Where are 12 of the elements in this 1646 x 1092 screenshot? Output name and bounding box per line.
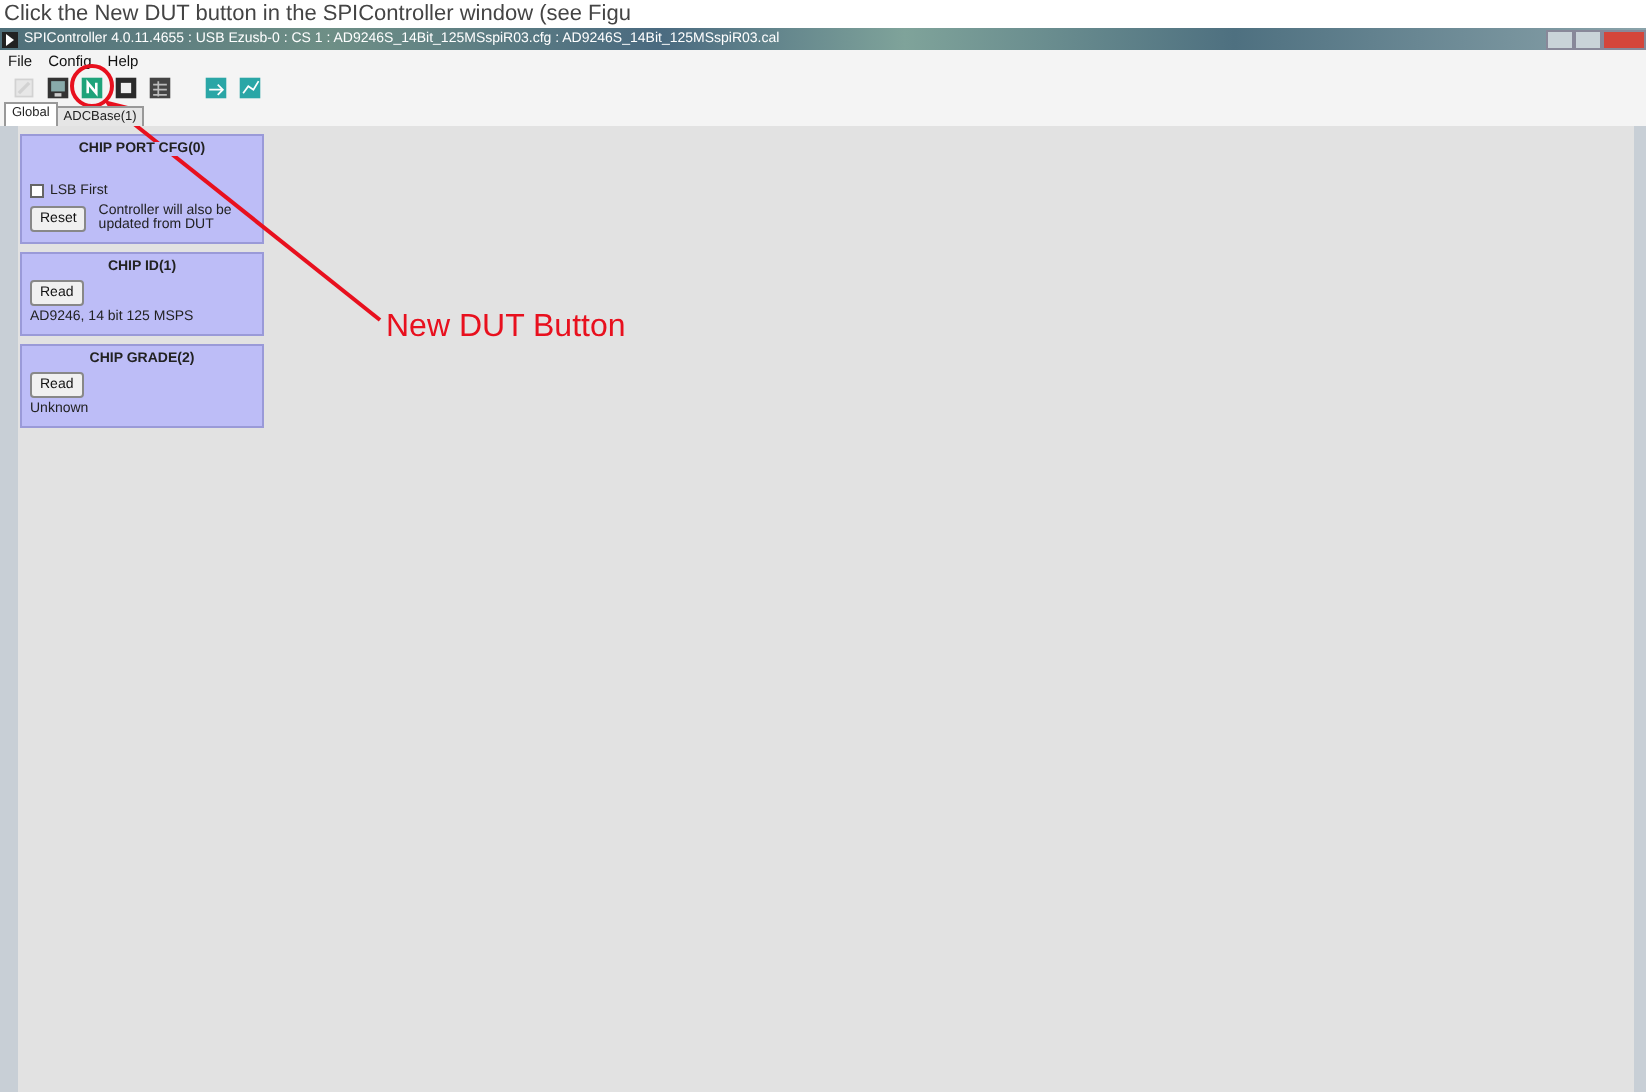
caption-text: Click the New DUT button in the SPIController window (see Figu xyxy=(2,0,633,28)
maximize-button[interactable] xyxy=(1574,29,1602,49)
arrow-panel-icon[interactable] xyxy=(204,75,228,99)
line-panel-icon[interactable] xyxy=(238,75,262,99)
grid-icon[interactable] xyxy=(148,75,172,99)
square-icon[interactable] xyxy=(114,75,138,99)
monitor-icon[interactable] xyxy=(46,75,70,99)
minimize-button[interactable] xyxy=(1546,29,1574,49)
checkbox[interactable] xyxy=(30,184,44,198)
letter-n-icon[interactable] xyxy=(80,75,104,99)
close-button[interactable] xyxy=(1602,29,1646,49)
annotation-label: New DUT Button xyxy=(386,310,626,346)
